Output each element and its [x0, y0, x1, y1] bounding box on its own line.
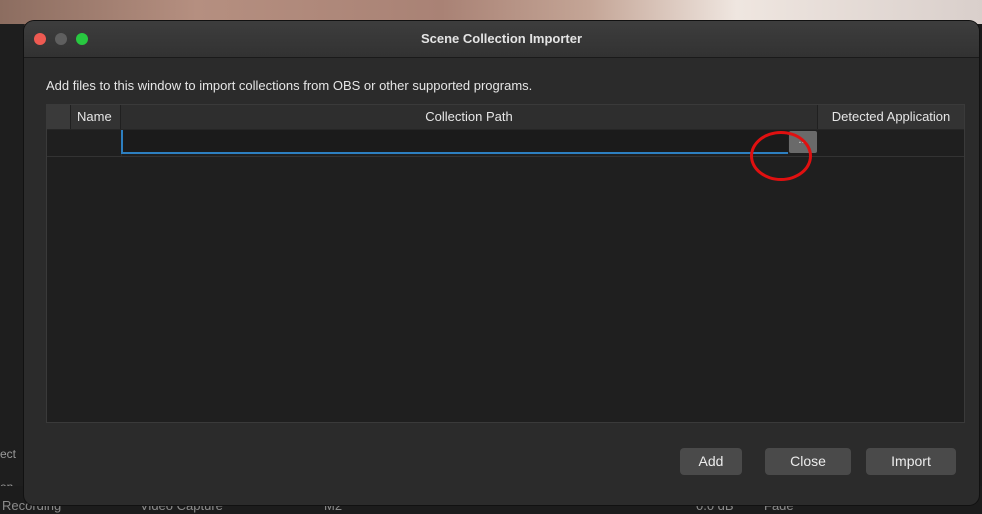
intro-text: Add files to this window to import colle…: [46, 78, 533, 93]
column-header-detected-application[interactable]: Detected Application: [818, 105, 964, 129]
table-header: Name Collection Path Detected Applicatio…: [47, 105, 964, 130]
import-button[interactable]: Import: [866, 448, 956, 475]
table-row[interactable]: ...: [47, 130, 964, 157]
background-text: ect: [0, 447, 17, 461]
close-button[interactable]: Close: [765, 448, 851, 475]
annotation-highlight-circle: [750, 131, 812, 181]
column-header-collection-path[interactable]: Collection Path: [121, 105, 818, 129]
collections-table: Name Collection Path Detected Applicatio…: [46, 104, 965, 423]
scene-collection-importer-window: Scene Collection Importer Add files to t…: [24, 21, 979, 505]
row-name-cell[interactable]: [71, 130, 122, 156]
add-button[interactable]: Add: [680, 448, 742, 475]
title-bar[interactable]: Scene Collection Importer: [24, 21, 979, 58]
background-obs-panel: ect en: [0, 24, 24, 514]
select-all-corner[interactable]: [47, 105, 71, 129]
collection-path-input[interactable]: [121, 130, 788, 154]
column-header-name[interactable]: Name: [71, 105, 121, 129]
window-title: Scene Collection Importer: [420, 31, 583, 46]
